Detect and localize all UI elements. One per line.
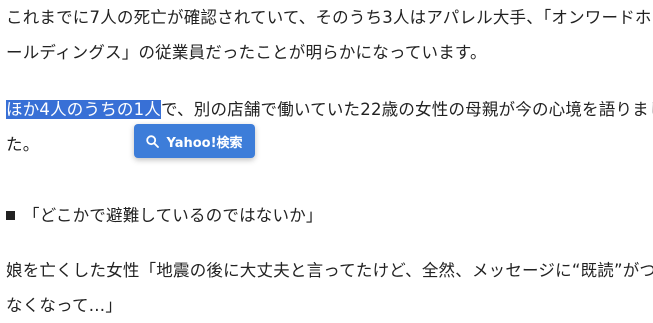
paragraph-1-line-1: これまでに7人の死亡が確認されていて、そのうち3人はアパレル大手、「オンワードホ [6,8,652,27]
paragraph-2-line-1: ほか4人のうちの1人で、別の店舗で働いていた22歳の女性の母親が今の心境を語りま… [6,92,653,127]
search-icon [146,134,160,148]
paragraph-4: 娘を亡くした女性「地震の後に大丈夫と言ってたけど、全然、メッセージに“既読”がつ… [6,253,653,323]
selected-text[interactable]: ほか4人のうちの1人 [6,100,161,119]
paragraph-4-line-1: 娘を亡くした女性「地震の後に大丈夫と言ってたけど、全然、メッセージに“既読”がつ… [6,261,653,280]
bullet-square-icon [6,211,15,220]
paragraph-2-line-1-rest: で、別の店舗で働いていた22歳の女性の母親が今の心境を語りまし [161,100,653,119]
yahoo-search-label: Yahoo!検索 [166,135,243,151]
paragraph-3-text: 「どこかで避難しているのではないか」 [23,206,323,225]
paragraph-1-line-2: ールディングス」の従業員だったことが明らかになっています。 [6,43,487,62]
paragraph-3: 「どこかで避難しているのではないか」 [6,198,646,233]
yahoo-search-button[interactable]: Yahoo!検索 [134,124,255,158]
paragraph-2: ほか4人のうちの1人で、別の店舗で働いていた22歳の女性の母親が今の心境を語りま… [6,92,653,162]
article-body: これまでに7人の死亡が確認されていて、そのうち3人はアパレル大手、「オンワードホ… [6,0,653,323]
paragraph-1: これまでに7人の死亡が確認されていて、そのうち3人はアパレル大手、「オンワードホ… [6,0,652,70]
paragraph-3-line-1: 「どこかで避難しているのではないか」 [6,198,646,233]
paragraph-2-line-2: た。 [6,135,40,154]
